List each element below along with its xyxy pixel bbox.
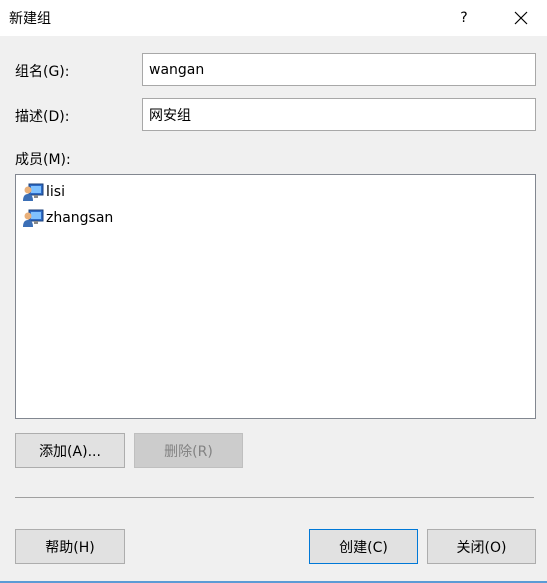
members-list[interactable]: lisi zhangsan <box>15 174 536 419</box>
user-icon <box>23 183 44 201</box>
member-item-zhangsan[interactable]: zhangsan <box>22 207 113 229</box>
add-member-button[interactable]: 添加(A)... <box>15 433 125 468</box>
help-question-button[interactable]: ? <box>448 0 480 36</box>
close-icon <box>514 11 528 25</box>
description-input[interactable] <box>142 98 536 131</box>
member-item-lisi[interactable]: lisi <box>22 181 65 203</box>
close-window-button[interactable] <box>503 0 539 36</box>
member-name: zhangsan <box>46 210 114 226</box>
title-bar: 新建组 ? <box>0 0 547 36</box>
members-label: 成员(M): <box>15 152 71 168</box>
separator <box>15 497 534 498</box>
user-icon <box>23 209 44 227</box>
member-name: lisi <box>46 184 65 200</box>
close-button[interactable]: 关闭(O) <box>427 529 536 564</box>
description-label: 描述(D): <box>15 109 70 125</box>
create-button[interactable]: 创建(C) <box>309 529 418 564</box>
remove-member-button[interactable]: 删除(R) <box>134 433 243 468</box>
window-title: 新建组 <box>9 11 51 27</box>
group-name-label: 组名(G): <box>15 64 70 80</box>
help-button[interactable]: 帮助(H) <box>15 529 125 564</box>
group-name-input[interactable] <box>142 53 536 86</box>
new-group-dialog: 新建组 ? 组名(G): 描述(D): 成员(M): lisi <box>0 0 547 583</box>
